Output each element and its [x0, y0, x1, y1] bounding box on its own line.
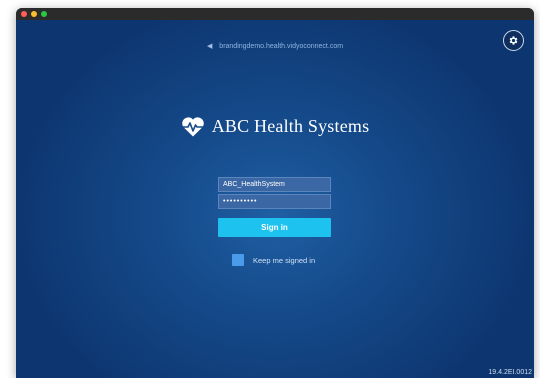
- keep-signed-in-label: Keep me signed in: [253, 255, 316, 265]
- minimize-window-button[interactable]: [31, 11, 37, 17]
- keep-signed-in-checkbox[interactable]: [232, 254, 244, 266]
- chevron-left-icon: ◀: [206, 43, 213, 50]
- gear-icon: [509, 36, 518, 45]
- brand-header: ABC Health Systems: [16, 116, 534, 137]
- domain-link[interactable]: ◀ brandingdemo.health.vidyoconnect.com: [16, 42, 534, 50]
- close-window-button[interactable]: [21, 11, 27, 17]
- brand-name: ABC Health Systems: [211, 116, 370, 136]
- keep-signed-in-option[interactable]: Keep me signed in: [232, 254, 315, 266]
- title-bar: [16, 8, 534, 20]
- settings-button[interactable]: [503, 30, 524, 51]
- version-label: 19.4.2EI.0012: [488, 369, 532, 376]
- domain-text: brandingdemo.health.vidyoconnect.com: [219, 43, 344, 50]
- heart-pulse-icon: [181, 117, 204, 137]
- sign-in-button[interactable]: Sign in: [218, 218, 331, 237]
- zoom-window-button[interactable]: [41, 11, 47, 17]
- password-field[interactable]: ••••••••••: [218, 194, 331, 209]
- username-field[interactable]: ABC_HealthSystem: [218, 177, 331, 192]
- app-window: ◀ brandingdemo.health.vidyoconnect.com A…: [16, 8, 534, 378]
